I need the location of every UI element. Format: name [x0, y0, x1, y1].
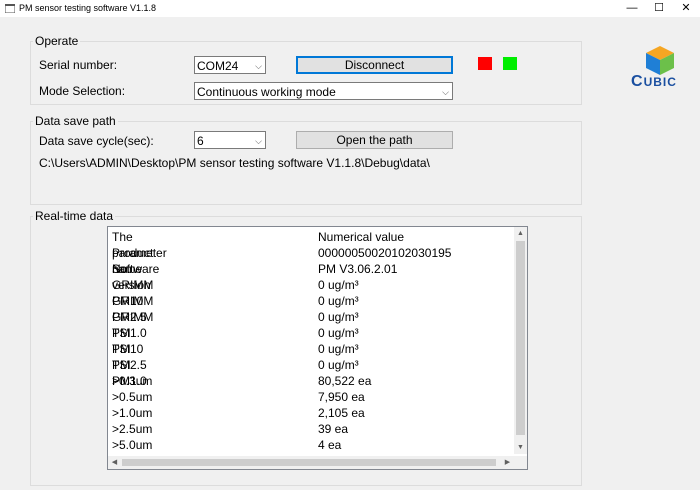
chevron-down-icon: ⌵ — [255, 136, 262, 146]
save-path-text: C:\Users\ADMIN\Desktop\PM sensor testing… — [39, 156, 430, 170]
horizontal-scrollbar[interactable]: ◀ ▶ — [108, 456, 514, 469]
serial-number-label: Serial number: — [39, 58, 118, 72]
save-cycle-combo[interactable]: 6 ⌵ — [194, 131, 266, 149]
scroll-down-icon[interactable]: ▼ — [514, 441, 527, 454]
realtime-group-label: Real-time data — [33, 209, 116, 223]
serial-number-combo[interactable]: COM24 ⌵ — [194, 56, 266, 74]
column-header-value: Numerical value — [318, 230, 405, 244]
status-led-green — [503, 57, 517, 70]
operate-group-label: Operate — [33, 34, 81, 48]
scrollbar-corner — [514, 456, 527, 469]
mode-selection-label: Mode Selection: — [39, 84, 126, 98]
scroll-up-icon[interactable]: ▲ — [514, 227, 527, 240]
minimize-button[interactable]: — — [618, 1, 646, 16]
serial-number-value: COM24 — [197, 59, 239, 73]
save-cycle-label: Data save cycle(sec): — [39, 134, 154, 148]
status-led-red — [478, 57, 492, 70]
maximize-button[interactable]: ☐ — [645, 1, 673, 16]
logo-wordmark: CUBIC — [631, 73, 677, 90]
disconnect-button[interactable]: Disconnect — [296, 56, 453, 74]
open-path-button[interactable]: Open the path — [296, 131, 453, 149]
realtime-data-table[interactable]: The parameter name Numerical value Produ… — [107, 226, 528, 470]
scroll-right-icon[interactable]: ▶ — [501, 456, 514, 469]
chevron-down-icon: ⌵ — [442, 87, 449, 97]
title-bar: PM sensor testing software V1.1.8 — ☐ ✕ — [0, 0, 700, 17]
scroll-left-icon[interactable]: ◀ — [108, 456, 121, 469]
data-save-group-label: Data save path — [33, 114, 118, 128]
close-button[interactable]: ✕ — [672, 1, 700, 16]
vertical-scroll-thumb[interactable] — [516, 241, 525, 435]
window-title: PM sensor testing software V1.1.8 — [19, 3, 157, 13]
mode-selection-combo[interactable]: Continuous working mode ⌵ — [194, 82, 453, 100]
app-icon — [5, 4, 15, 13]
save-cycle-value: 6 — [197, 134, 204, 148]
vertical-scrollbar[interactable]: ▲ ▼ — [514, 227, 527, 454]
chevron-down-icon: ⌵ — [255, 61, 262, 71]
mode-selection-value: Continuous working mode — [197, 85, 336, 99]
horizontal-scroll-thumb[interactable] — [122, 459, 496, 466]
